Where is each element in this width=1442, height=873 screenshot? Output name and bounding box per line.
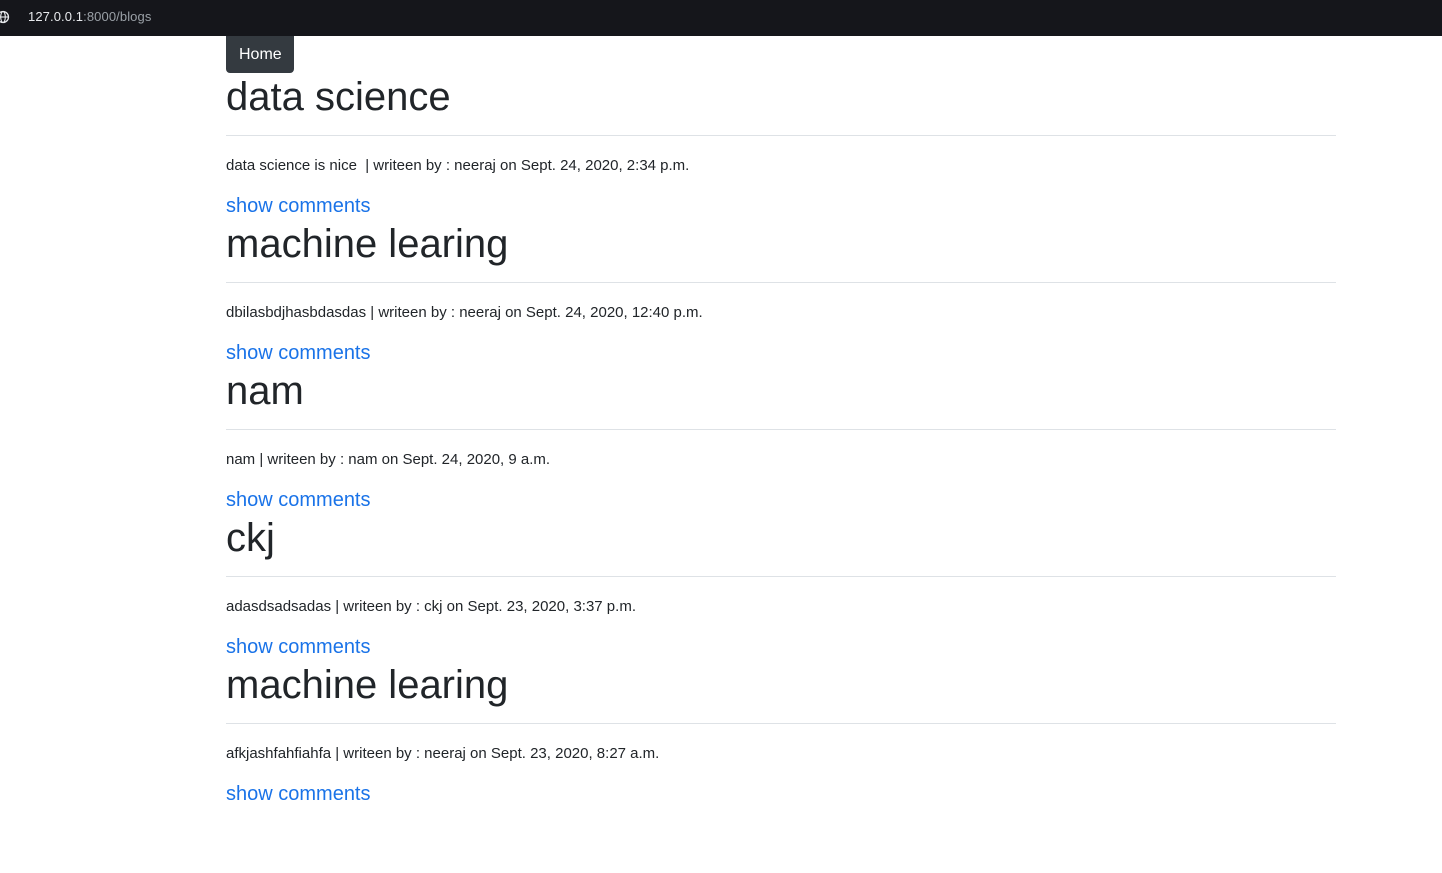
post-title: nam bbox=[226, 369, 304, 413]
post-title: data science bbox=[226, 75, 451, 119]
show-comments-link[interactable]: show comments bbox=[226, 633, 1336, 661]
blog-post: machine learing afkjashfahfiahfa | write… bbox=[226, 661, 1336, 808]
post-title: machine learing bbox=[226, 663, 509, 707]
url-host: 127.0.0.1 bbox=[28, 9, 84, 24]
url-path: :8000/blogs bbox=[83, 9, 152, 24]
browser-address-bar: 127.0.0.1:8000/blogs bbox=[0, 0, 1442, 36]
divider bbox=[226, 135, 1336, 136]
post-meta: adasdsadsadas | writeen by : ckj on Sept… bbox=[226, 598, 636, 615]
post-meta: dbilasbdjhasbdasdas | writeen by : neera… bbox=[226, 304, 703, 321]
blog-list: Home data science data science is nice |… bbox=[226, 36, 1336, 808]
show-comments-link[interactable]: show comments bbox=[226, 192, 1336, 220]
blog-post: ckj adasdsadsadas | writeen by : ckj on … bbox=[226, 514, 1336, 661]
post-meta: afkjashfahfiahfa | writeen by : neeraj o… bbox=[226, 745, 660, 762]
blog-post: machine learing dbilasbdjhasbdasdas | wr… bbox=[226, 220, 1336, 367]
divider bbox=[226, 576, 1336, 577]
blog-post: nam nam | writeen by : nam on Sept. 24, … bbox=[226, 367, 1336, 514]
post-title: machine learing bbox=[226, 222, 509, 266]
blog-post: data science data science is nice | writ… bbox=[226, 73, 1336, 220]
show-comments-link[interactable]: show comments bbox=[226, 339, 1336, 367]
globe-icon bbox=[0, 10, 10, 24]
post-title: ckj bbox=[226, 516, 275, 560]
post-meta: nam | writeen by : nam on Sept. 24, 2020… bbox=[226, 451, 551, 468]
divider bbox=[226, 723, 1336, 724]
show-comments-link[interactable]: show comments bbox=[226, 486, 1336, 514]
show-comments-link[interactable]: show comments bbox=[226, 780, 1336, 808]
divider bbox=[226, 429, 1336, 430]
home-button[interactable]: Home bbox=[226, 36, 294, 73]
divider bbox=[226, 282, 1336, 283]
post-meta: data science is nice | writeen by : neer… bbox=[226, 157, 690, 174]
url-field[interactable]: 127.0.0.1:8000/blogs bbox=[28, 9, 151, 24]
